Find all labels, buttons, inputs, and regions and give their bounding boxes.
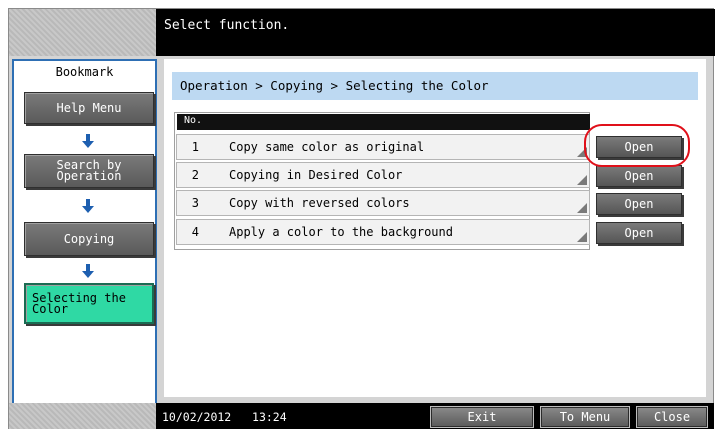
row-label: Apply a color to the background (229, 225, 453, 239)
open-button-4[interactable]: Open (596, 222, 682, 244)
open-button-2[interactable]: Open (596, 165, 682, 187)
highlight-circle (584, 124, 690, 167)
bookmark-title: Bookmark (55, 65, 114, 79)
date-time: 10/02/2012 13:24 (162, 410, 287, 424)
row-number: 3 (191, 196, 199, 210)
list-item[interactable]: 3 Copy with reversed colors (176, 190, 590, 216)
footer-pattern (9, 403, 156, 429)
corner-icon (577, 203, 587, 213)
row-label: Copy same color as original (229, 140, 425, 154)
to-menu-button[interactable]: To Menu (540, 406, 630, 428)
down-arrow-icon (82, 134, 94, 148)
exit-button[interactable]: Exit (430, 406, 534, 428)
bookmark-search-by-operation[interactable]: Search by Operation (24, 154, 154, 188)
corner-icon (577, 175, 587, 185)
breadcrumb: Operation > Copying > Selecting the Colo… (172, 72, 698, 100)
down-arrow-icon (82, 199, 94, 213)
list-item[interactable]: 2 Copying in Desired Color (176, 162, 590, 188)
corner-icon (577, 232, 587, 242)
bookmark-copying[interactable]: Copying (24, 222, 154, 256)
row-number: 1 (191, 140, 199, 154)
bookmark-selecting-the-color[interactable]: Selecting the Color (24, 283, 154, 324)
list-item[interactable]: 1 Copy same color as original (176, 134, 590, 160)
open-button-3[interactable]: Open (596, 193, 682, 215)
down-arrow-icon (82, 264, 94, 278)
close-button[interactable]: Close (636, 406, 708, 428)
time: 13:24 (252, 410, 287, 424)
list-header: No. (177, 114, 590, 130)
top-pattern (9, 9, 156, 56)
row-number: 2 (191, 168, 199, 182)
status-message: Select function. (156, 9, 715, 56)
list-item[interactable]: 4 Apply a color to the background (176, 219, 590, 245)
row-label: Copy with reversed colors (229, 196, 410, 210)
row-number: 4 (191, 225, 199, 239)
row-label: Copying in Desired Color (229, 168, 403, 182)
date: 10/02/2012 (162, 410, 232, 424)
bookmark-help-menu[interactable]: Help Menu (24, 92, 154, 124)
